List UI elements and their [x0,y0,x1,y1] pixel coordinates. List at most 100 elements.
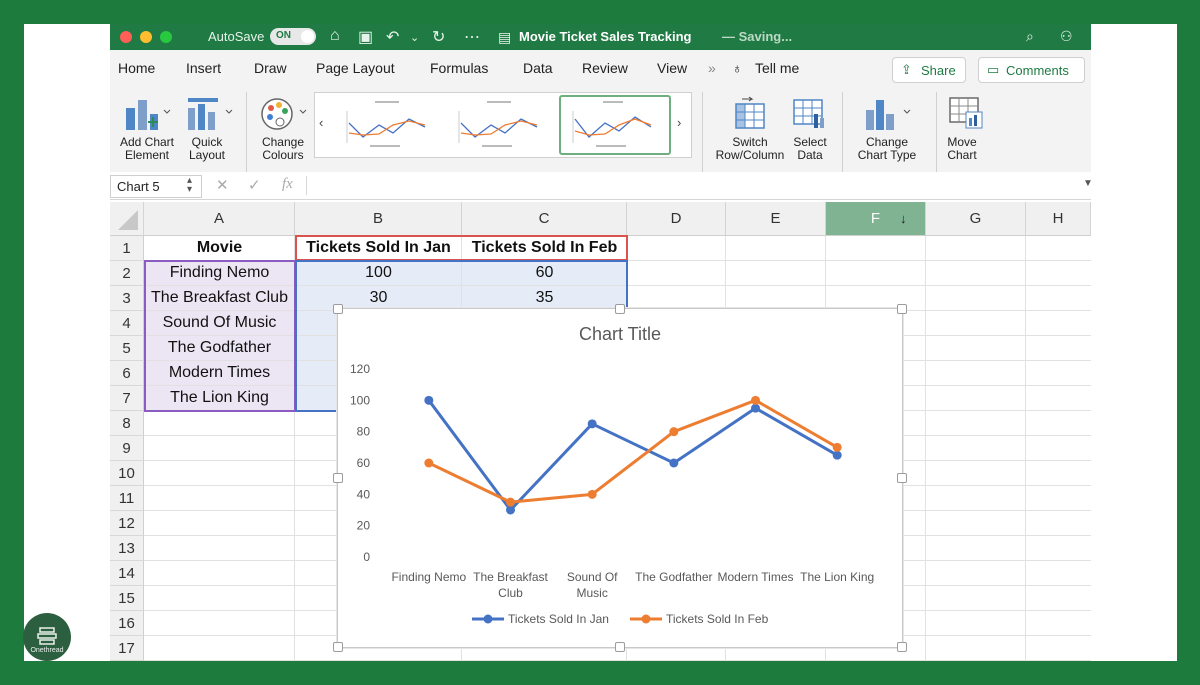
column-header-a[interactable]: A [144,202,295,236]
chart-style-thumb-1[interactable] [335,97,439,153]
series-1-point[interactable] [506,505,515,515]
series-1-point[interactable] [832,450,842,460]
row-header-16[interactable]: 16 [110,611,144,636]
tab-draw[interactable]: Draw [254,60,287,76]
overflow-chevron-icon[interactable]: » [708,60,716,76]
chart-resize-handle[interactable] [897,642,907,652]
series-2-point[interactable] [832,442,842,452]
select-data-button[interactable]: Select Data [786,136,834,162]
move-chart-icon[interactable] [948,96,988,132]
row-header-3[interactable]: 3 [110,286,144,311]
chart-resize-handle[interactable] [897,304,907,314]
tab-home[interactable]: Home [118,60,155,76]
tab-insert[interactable]: Insert [186,60,221,76]
series-1-point[interactable] [424,395,434,405]
quick-layout-button[interactable]: Quick Layout [180,136,234,162]
tab-review[interactable]: Review [582,60,628,76]
series-2-point[interactable] [506,497,515,507]
home-icon[interactable]: ⌂ [330,27,340,45]
tab-data[interactable]: Data [523,60,553,76]
row-header-9[interactable]: 9 [110,436,144,461]
column-header-e[interactable]: E [726,202,826,236]
close-window-button[interactable] [120,31,132,43]
redo-icon[interactable]: ↻ [432,27,445,47]
series-2-point[interactable] [424,458,434,468]
chart-styles-gallery[interactable]: ‹ › [314,92,692,158]
row-header-1[interactable]: 1 [110,236,144,261]
series-2-point[interactable] [669,427,679,437]
search-icon[interactable]: ⌕ [1026,28,1034,45]
add-chart-element-button[interactable]: Add Chart Element [116,136,178,162]
chart-style-thumb-3-selected[interactable] [559,95,671,155]
select-data-icon[interactable] [792,96,828,132]
save-icon[interactable]: ▣ [358,27,373,47]
move-chart-button[interactable]: Move Chart [940,136,984,162]
comments-button[interactable]: ▭ Comments [978,57,1085,83]
change-colours-button[interactable]: Change Colours [256,136,310,162]
row-header-4[interactable]: 4 [110,311,144,336]
line-chart[interactable]: Chart Title 0 20 40 60 80 100 120 Finding Nemo… [337,308,903,648]
series-1-point[interactable] [587,419,597,429]
column-header-g[interactable]: G [926,202,1026,236]
legend-label[interactable]: Tickets Sold In Jan [508,612,609,626]
gallery-prev-icon[interactable]: ‹ [319,115,323,130]
formula-input[interactable] [310,174,1080,196]
row-header-8[interactable]: 8 [110,411,144,436]
chart-style-thumb-2[interactable] [447,97,551,153]
change-chart-type-icon[interactable] [864,96,916,132]
row-header-2[interactable]: 2 [110,261,144,286]
undo-dropdown-icon[interactable]: ⌄ [410,31,419,44]
row-header-11[interactable]: 11 [110,486,144,511]
account-icon[interactable]: ⚇ [1060,28,1073,45]
quick-layout-icon[interactable] [186,96,236,132]
chart-resize-handle[interactable] [333,642,343,652]
tab-page-layout[interactable]: Page Layout [316,60,395,76]
add-chart-element-icon[interactable] [124,96,172,132]
spreadsheet-grid[interactable]: A B C D E F G H 1 2 3 4 5 6 7 8 9 10 11 12 13 14 15 16 17 Movie Ti… [110,202,1091,661]
series-1-point[interactable] [669,458,679,468]
undo-icon[interactable]: ↶ [386,27,399,47]
row-header-10[interactable]: 10 [110,461,144,486]
row-header-5[interactable]: 5 [110,336,144,361]
formula-expand-icon[interactable]: ▼ [1083,178,1091,189]
switch-row-column-icon[interactable] [732,96,768,132]
gallery-next-icon[interactable]: › [677,115,681,130]
zoom-window-button[interactable] [160,31,172,43]
share-button[interactable]: ⇪ Share [892,57,966,83]
row-header-6[interactable]: 6 [110,361,144,386]
row-header-15[interactable]: 15 [110,586,144,611]
series-2-point[interactable] [751,395,760,405]
chart-resize-handle[interactable] [333,473,343,483]
chart-title[interactable]: Chart Title [579,324,661,344]
column-header-h[interactable]: H [1026,202,1091,236]
row-header-17[interactable]: 17 [110,636,144,661]
tab-formulas[interactable]: Formulas [430,60,488,76]
tell-me-search[interactable]: Tell me [755,60,799,76]
chart-resize-handle[interactable] [615,304,625,314]
name-box-stepper-icon[interactable]: ▴ ▾ [187,176,192,195]
row-header-12[interactable]: 12 [110,511,144,536]
column-header-b[interactable]: B [295,202,462,236]
autosave-toggle[interactable]: ON [270,28,316,45]
series-line-2[interactable] [428,398,838,504]
palette-icon[interactable] [260,96,310,132]
column-header-f[interactable]: F [826,202,926,236]
switch-row-column-button[interactable]: Switch Row/Column [710,136,790,162]
chart-resize-handle[interactable] [615,642,625,652]
series-1-point[interactable] [751,403,760,413]
legend-label[interactable]: Tickets Sold In Feb [666,612,769,626]
minimize-window-button[interactable] [140,31,152,43]
column-header-c[interactable]: C [462,202,627,236]
series-2-point[interactable] [587,489,597,499]
chart-resize-handle[interactable] [897,473,907,483]
row-header-13[interactable]: 13 [110,536,144,561]
column-header-d[interactable]: D [627,202,726,236]
tab-view[interactable]: View [657,60,687,76]
change-chart-type-button[interactable]: Change Chart Type [850,136,924,162]
confirm-formula-icon[interactable]: ✓ [248,176,261,194]
row-header-14[interactable]: 14 [110,561,144,586]
more-icon[interactable]: ⋯ [464,27,480,47]
select-all-corner[interactable] [110,202,144,236]
name-box[interactable]: Chart 5 ▴ ▾ [110,175,202,198]
row-header-7[interactable]: 7 [110,386,144,411]
